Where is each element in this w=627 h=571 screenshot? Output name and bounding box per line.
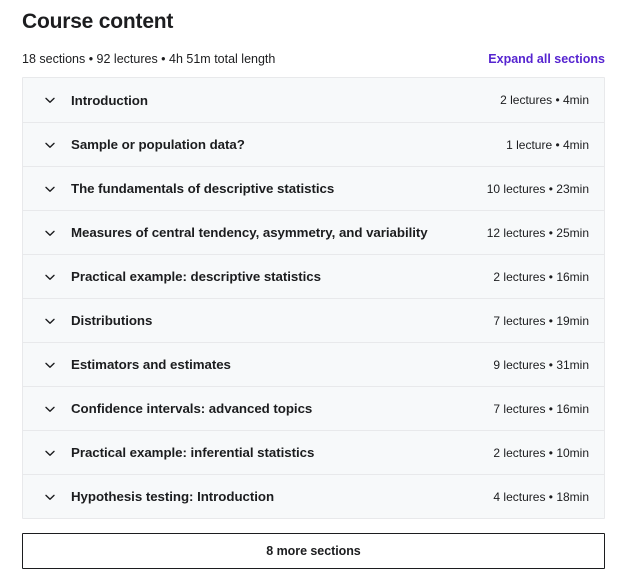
section-row[interactable]: Distributions 7 lectures • 19min [23, 298, 604, 342]
section-meta: 9 lectures • 31min [493, 357, 589, 372]
section-row[interactable]: Practical example: inferential statistic… [23, 430, 604, 474]
section-row[interactable]: Measures of central tendency, asymmetry,… [23, 210, 604, 254]
section-meta: 7 lectures • 16min [493, 401, 589, 416]
section-row[interactable]: Introduction 2 lectures • 4min [23, 78, 604, 122]
more-sections-button[interactable]: 8 more sections [22, 533, 605, 569]
section-row[interactable]: Estimators and estimates 9 lectures • 31m… [23, 342, 604, 386]
chevron-down-icon[interactable] [43, 490, 57, 504]
section-row[interactable]: Hypothesis testing: Introduction 4 lectur… [23, 474, 604, 518]
chevron-down-icon[interactable] [43, 182, 57, 196]
section-title: Sample or population data? [71, 137, 245, 152]
section-title: Estimators and estimates [71, 357, 231, 372]
section-title: Practical example: inferential statistic… [71, 445, 315, 460]
chevron-down-icon[interactable] [43, 358, 57, 372]
section-row[interactable]: Sample or population data? 1 lecture • 4m… [23, 122, 604, 166]
section-row[interactable]: Practical example: descriptive statistic… [23, 254, 604, 298]
chevron-down-icon[interactable] [43, 270, 57, 284]
chevron-down-icon[interactable] [43, 314, 57, 328]
section-meta: 2 lectures • 10min [493, 445, 589, 460]
section-meta: 1 lecture • 4min [506, 137, 589, 152]
section-meta: 2 lectures • 16min [493, 269, 589, 284]
section-title: Introduction [71, 92, 148, 108]
section-meta: 12 lectures • 25min [486, 225, 589, 240]
page-title: Course content [22, 10, 174, 33]
course-summary-text: 18 sections • 92 lectures • 4h 51m total… [22, 52, 276, 66]
chevron-down-icon[interactable] [43, 446, 57, 460]
chevron-down-icon[interactable] [43, 226, 57, 240]
section-title: Practical example: descriptive statistic… [71, 269, 321, 284]
course-content-page: Course content 18 sections • 92 lectures… [0, 0, 627, 571]
section-row[interactable]: Confidence intervals: advanced topics 7 l… [23, 386, 604, 430]
chevron-down-icon[interactable] [43, 402, 57, 416]
section-meta: 4 lectures • 18min [493, 489, 589, 504]
chevron-down-icon[interactable] [43, 93, 57, 107]
section-meta: 10 lectures • 23min [486, 181, 589, 196]
expand-all-sections-link[interactable]: Expand all sections [488, 51, 605, 68]
course-summary-row: 18 sections • 92 lectures • 4h 51m total… [22, 51, 605, 68]
section-meta: 7 lectures • 19min [493, 313, 589, 328]
section-row[interactable]: The fundamentals of descriptive statisti… [23, 166, 604, 210]
section-title: Hypothesis testing: Introduction [71, 489, 275, 504]
section-title: Confidence intervals: advanced topics [71, 401, 313, 416]
section-title: The fundamentals of descriptive statisti… [71, 181, 335, 196]
section-title: Distributions [71, 313, 153, 328]
section-title: Measures of central tendency, asymmetry,… [71, 225, 428, 240]
section-meta: 2 lectures • 4min [500, 93, 589, 107]
chevron-down-icon[interactable] [43, 138, 57, 152]
sections-list: Introduction 2 lectures • 4min Sample or p… [22, 77, 605, 519]
